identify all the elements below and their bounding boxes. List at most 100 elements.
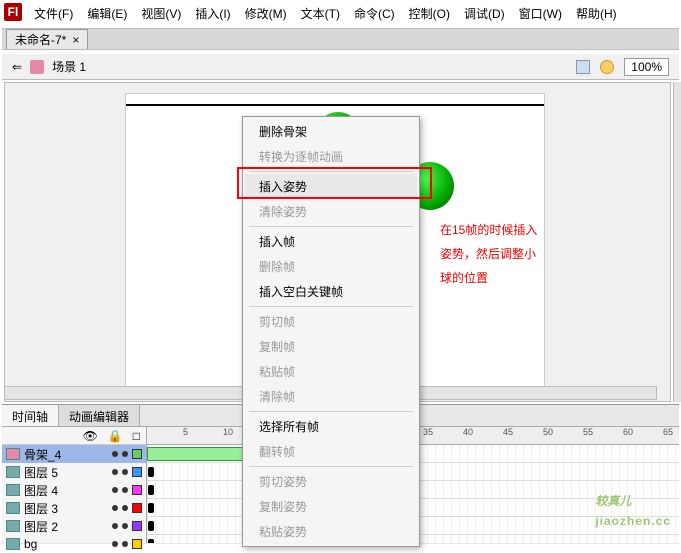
separator [249, 226, 413, 227]
symbol-icon[interactable] [600, 60, 614, 74]
layer-type-icon [6, 466, 20, 478]
keyframe[interactable] [148, 503, 154, 513]
layer-color[interactable] [132, 467, 142, 477]
layer-color[interactable] [132, 503, 142, 513]
menu-insert[interactable]: 插入(I) [189, 3, 236, 23]
ruler-tick: 65 [663, 427, 673, 437]
menu-select-all-frames[interactable]: 选择所有帧 [245, 414, 417, 439]
tab-motion-editor[interactable]: 动画编辑器 [59, 405, 140, 426]
lock-dot[interactable] [122, 487, 128, 493]
menubar: 文件(F) 编辑(E) 视图(V) 插入(I) 修改(M) 文本(T) 命令(C… [28, 3, 671, 23]
layer-row[interactable]: 图层 5 [2, 463, 146, 481]
tab-timeline[interactable]: 时间轴 [2, 405, 59, 426]
scene-name[interactable]: 场景 1 [52, 58, 86, 75]
menu-file[interactable]: 文件(F) [28, 3, 79, 23]
ruler-tick: 5 [183, 427, 188, 437]
horizontal-line [126, 104, 544, 106]
layer-color[interactable] [132, 539, 142, 549]
visibility-dot[interactable] [112, 541, 118, 547]
separator [249, 466, 413, 467]
menu-help[interactable]: 帮助(H) [570, 3, 623, 23]
outline-icon[interactable]: □ [133, 429, 140, 443]
ruler-tick: 60 [623, 427, 633, 437]
keyframe[interactable] [148, 485, 154, 495]
ruler-tick: 50 [543, 427, 553, 437]
close-icon[interactable]: × [72, 33, 79, 47]
layer-name: 图层 3 [24, 500, 108, 517]
layer-row[interactable]: 图层 2 [2, 517, 146, 535]
lock-dot[interactable] [122, 451, 128, 457]
menu-copy-pose: 复制姿势 [245, 494, 417, 519]
menu-view[interactable]: 视图(V) [135, 3, 187, 23]
zoom-input[interactable]: 100% [624, 58, 669, 76]
menu-remove-armature[interactable]: 删除骨架 [245, 119, 417, 144]
lock-icon[interactable]: 🔒 [108, 429, 123, 443]
layer-type-icon [6, 484, 20, 496]
document-tab[interactable]: 未命名-7* × [6, 29, 88, 49]
menu-insert-blank-keyframe[interactable]: 插入空白关键帧 [245, 279, 417, 304]
document-tabbar: 未命名-7* × [2, 28, 679, 50]
layer-color[interactable] [132, 485, 142, 495]
layer-type-icon [6, 520, 20, 532]
menu-paste-pose: 粘贴姿势 [245, 519, 417, 544]
layer-color[interactable] [132, 449, 142, 459]
visibility-dot[interactable] [112, 505, 118, 511]
eye-icon[interactable]: 👁 [83, 429, 98, 443]
edit-scene-icon[interactable] [576, 60, 590, 74]
keyframe[interactable] [148, 521, 154, 531]
layer-name: 图层 4 [24, 482, 108, 499]
layer-name: 图层 5 [24, 464, 108, 481]
menu-convert-frame-anim: 转换为逐帧动画 [245, 144, 417, 169]
keyframe[interactable] [148, 467, 154, 477]
visibility-dot[interactable] [112, 469, 118, 475]
menu-paste-frame: 粘贴帧 [245, 359, 417, 384]
menu-cut-frame: 剪切帧 [245, 309, 417, 334]
separator [249, 411, 413, 412]
scene-bar: ⇐ 场景 1 100% [2, 54, 679, 80]
lock-dot[interactable] [122, 505, 128, 511]
ruler-tick: 55 [583, 427, 593, 437]
vertical-scrollbar[interactable] [673, 82, 681, 402]
menu-edit[interactable]: 编辑(E) [81, 3, 133, 23]
app-logo: Fl [4, 3, 22, 21]
keyframe[interactable] [148, 539, 154, 543]
lock-dot[interactable] [122, 523, 128, 529]
layer-panel: 👁 🔒 □ 骨架_4 图层 5 图层 4 图层 3 图层 2 bg [2, 427, 147, 543]
menu-control[interactable]: 控制(O) [403, 3, 456, 23]
ruler-tick: 40 [463, 427, 473, 437]
layer-type-icon [6, 448, 20, 460]
separator [249, 306, 413, 307]
lock-dot[interactable] [122, 469, 128, 475]
menu-cut-pose: 剪切姿势 [245, 469, 417, 494]
layer-header: 👁 🔒 □ [2, 427, 146, 445]
back-icon[interactable]: ⇐ [12, 60, 22, 74]
ruler-tick: 35 [423, 427, 433, 437]
menu-reverse-frames: 翻转帧 [245, 439, 417, 464]
visibility-dot[interactable] [112, 451, 118, 457]
menu-insert-frame[interactable]: 插入帧 [245, 229, 417, 254]
menu-modify[interactable]: 修改(M) [239, 3, 293, 23]
menu-insert-pose[interactable]: 插入姿势 [245, 174, 417, 199]
lock-dot[interactable] [122, 541, 128, 547]
ruler-tick: 45 [503, 427, 513, 437]
layer-color[interactable] [132, 521, 142, 531]
visibility-dot[interactable] [112, 487, 118, 493]
context-menu: 删除骨架 转换为逐帧动画 插入姿势 清除姿势 插入帧 删除帧 插入空白关键帧 剪… [242, 116, 420, 547]
layer-row[interactable]: 骨架_4 [2, 445, 146, 463]
menu-copy-frame: 复制帧 [245, 334, 417, 359]
layer-row[interactable]: 图层 3 [2, 499, 146, 517]
menu-window[interactable]: 窗口(W) [513, 3, 568, 23]
ruler-tick: 10 [223, 427, 233, 437]
layer-type-icon [6, 538, 20, 550]
menu-text[interactable]: 文本(T) [295, 3, 346, 23]
menu-remove-frame: 删除帧 [245, 254, 417, 279]
menu-debug[interactable]: 调试(D) [458, 3, 511, 23]
layer-name: 骨架_4 [24, 446, 108, 463]
visibility-dot[interactable] [112, 523, 118, 529]
tab-title: 未命名-7* [15, 31, 66, 48]
layer-row[interactable]: bg [2, 535, 146, 553]
menu-command[interactable]: 命令(C) [348, 3, 401, 23]
layer-row[interactable]: 图层 4 [2, 481, 146, 499]
menu-clear-frame: 清除帧 [245, 384, 417, 409]
menu-clear-pose: 清除姿势 [245, 199, 417, 224]
